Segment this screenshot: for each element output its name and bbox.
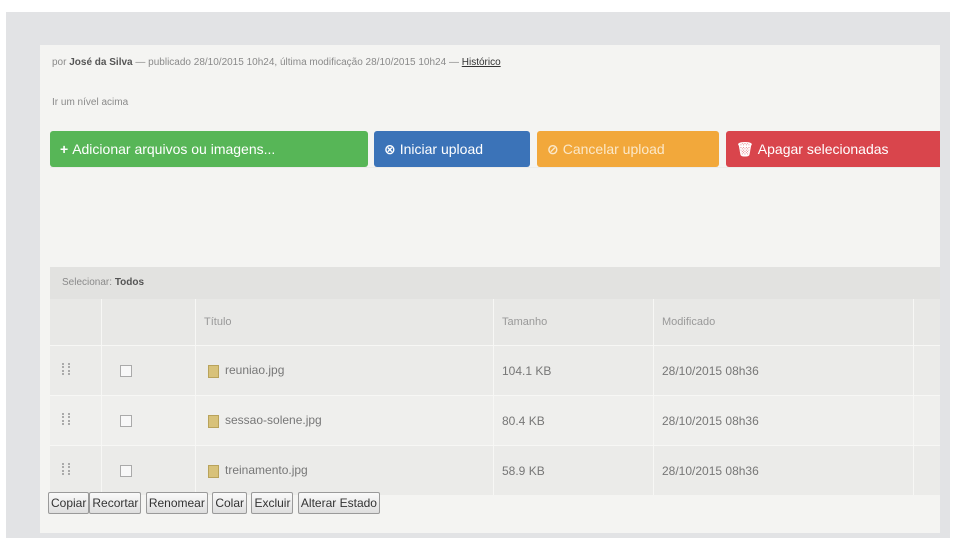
size-cell: 58.9 KB — [493, 445, 654, 495]
drag-handle-icon[interactable] — [62, 363, 70, 375]
table-row[interactable]: treinamento.jpg 58.9 KB 28/10/2015 08h36 — [50, 445, 940, 495]
file-name-link[interactable]: treinamento.jpg — [225, 463, 308, 477]
select-label: Selecionar: — [62, 277, 113, 288]
checkbox-cell — [101, 445, 196, 495]
header-extra — [913, 299, 940, 346]
start-upload-label: Iniciar upload — [399, 141, 484, 157]
image-file-icon — [208, 464, 219, 478]
table-row[interactable]: reuniao.jpg 104.1 KB 28/10/2015 08h36 — [50, 345, 940, 396]
header-modified[interactable]: Modificado — [653, 299, 914, 346]
page-frame: por José da Silva — publicado 28/10/2015… — [6, 12, 950, 538]
byline-meta: — publicado 28/10/2015 10h24, última mod… — [135, 57, 459, 68]
select-all-link[interactable]: Todos — [115, 277, 144, 288]
extra-cell — [913, 345, 940, 396]
file-table: Título Tamanho Modificado reuniao.jpg 10… — [50, 299, 940, 495]
delete-selected-button[interactable]: 🗑 Apagar selecionadas — [726, 131, 940, 167]
title-cell: reuniao.jpg — [195, 345, 494, 396]
extra-cell — [913, 395, 940, 446]
change-state-button[interactable]: Alterar Estado — [297, 492, 380, 514]
upload-drop-area[interactable] — [50, 167, 940, 248]
add-files-label: Adicionar arquivos ou imagens... — [72, 141, 276, 157]
folder-contents-panel: por José da Silva — publicado 28/10/2015… — [40, 45, 940, 533]
table-row[interactable]: sessao-solene.jpg 80.4 KB 28/10/2015 08h… — [50, 395, 940, 446]
file-listing: Selecionar: Todos Título Tamanho Modific… — [50, 267, 940, 495]
document-byline: por José da Silva — publicado 28/10/2015… — [52, 57, 501, 68]
upload-circle-icon: ⊗ — [384, 141, 396, 157]
plus-icon: + — [60, 141, 69, 157]
add-files-button[interactable]: + Adicionar arquivos ou imagens... — [50, 131, 368, 167]
delete-selected-label: Apagar selecionadas — [757, 141, 889, 157]
image-file-icon — [208, 414, 219, 428]
modified-cell: 28/10/2015 08h36 — [653, 345, 914, 396]
upload-toolbar: + Adicionar arquivos ou imagens... ⊗ Inici… — [50, 131, 940, 167]
checkbox-cell — [101, 395, 196, 446]
drag-handle-icon[interactable] — [62, 463, 70, 475]
file-name-link[interactable]: sessao-solene.jpg — [225, 413, 322, 427]
file-name-link[interactable]: reuniao.jpg — [225, 363, 284, 377]
table-header-row: Título Tamanho Modificado — [50, 299, 940, 346]
trash-icon: 🗑 — [736, 141, 754, 157]
modified-cell: 28/10/2015 08h36 — [653, 445, 914, 495]
cut-button[interactable]: Recortar — [89, 492, 142, 514]
image-file-icon — [208, 364, 219, 378]
drag-cell — [50, 345, 102, 396]
row-checkbox[interactable] — [120, 365, 132, 378]
rename-button[interactable]: Renomear — [145, 492, 208, 514]
title-cell: treinamento.jpg — [195, 445, 494, 495]
header-title[interactable]: Título — [195, 299, 494, 346]
selection-bar: Selecionar: Todos — [50, 267, 940, 299]
folder-actions-bar: Copiar Recortar Renomear Colar Excluir Al… — [48, 492, 380, 516]
cancel-upload-button[interactable]: ⊘ Cancelar upload — [537, 131, 719, 167]
start-upload-button[interactable]: ⊗ Iniciar upload — [374, 131, 530, 167]
copy-button[interactable]: Copiar — [48, 492, 90, 514]
row-checkbox[interactable] — [120, 465, 132, 478]
header-size[interactable]: Tamanho — [493, 299, 654, 346]
up-one-level-link[interactable]: Ir um nível acima — [52, 97, 128, 108]
row-checkbox[interactable] — [120, 415, 132, 428]
author-link[interactable]: José da Silva — [69, 57, 132, 68]
cancel-circle-icon: ⊘ — [547, 141, 559, 157]
title-cell: sessao-solene.jpg — [195, 395, 494, 446]
history-link[interactable]: Histórico — [462, 57, 501, 68]
modified-cell: 28/10/2015 08h36 — [653, 395, 914, 446]
drag-cell — [50, 445, 102, 495]
cancel-upload-label: Cancelar upload — [562, 141, 665, 157]
byline-prefix: por — [52, 57, 67, 68]
checkbox-cell — [101, 345, 196, 396]
drag-handle-icon[interactable] — [62, 413, 70, 425]
header-select — [101, 299, 196, 346]
size-cell: 104.1 KB — [493, 345, 654, 396]
extra-cell — [913, 445, 940, 495]
paste-button[interactable]: Colar — [212, 492, 247, 514]
header-drag — [50, 299, 102, 346]
delete-button[interactable]: Excluir — [251, 492, 294, 514]
size-cell: 80.4 KB — [493, 395, 654, 446]
drag-cell — [50, 395, 102, 446]
